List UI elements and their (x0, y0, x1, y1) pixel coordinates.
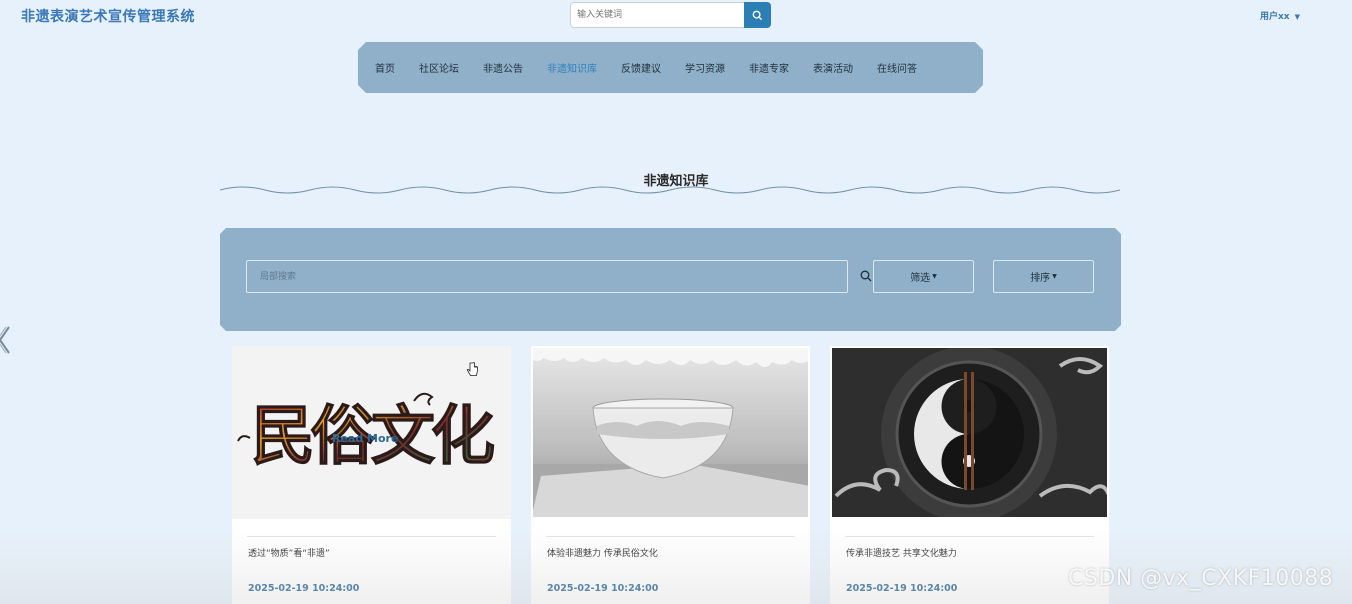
top-search-button[interactable] (744, 2, 771, 28)
card-divider (247, 536, 496, 537)
nav-item-announcements[interactable]: 非遗公告 (483, 60, 523, 75)
top-search-input[interactable] (570, 2, 746, 28)
site-title[interactable]: 非遗表演艺术宣传管理系统 (21, 6, 195, 26)
caret-down-icon: ▼ (932, 273, 937, 280)
yin-yang-rice-photo (830, 346, 1109, 519)
card-image[interactable] (830, 346, 1109, 519)
watermark: CSDN @vx_CXKF10088 (1068, 566, 1334, 591)
sort-button[interactable]: 排序 ▼ (993, 260, 1094, 293)
nav-item-feedback[interactable]: 反馈建议 (621, 60, 661, 75)
knowledge-card[interactable]: 民俗文化 Read More 透过“物质”看“非遗” 2025-02-19 10… (232, 346, 511, 604)
knowledge-card[interactable]: 体验非遗魅力 传承民俗文化 2025-02-19 10:24:00 (531, 346, 810, 604)
filter-button[interactable]: 筛选 ▼ (873, 260, 974, 293)
chevron-left-icon[interactable] (0, 325, 11, 355)
filter-button-label: 筛选 (910, 273, 931, 284)
local-search-input[interactable] (246, 260, 848, 293)
nav-item-forum[interactable]: 社区论坛 (419, 60, 459, 75)
card-divider (546, 536, 795, 537)
card-date: 2025-02-19 10:24:00 (248, 583, 360, 594)
sort-button-label: 排序 (1030, 273, 1051, 284)
nav-item-experts[interactable]: 非遗专家 (749, 60, 789, 75)
nav-item-qa[interactable]: 在线问答 (877, 60, 917, 75)
card-image[interactable] (531, 346, 810, 519)
card-date: 2025-02-19 10:24:00 (547, 583, 659, 594)
card-date: 2025-02-19 10:24:00 (846, 583, 958, 594)
nav-item-performances[interactable]: 表演活动 (813, 60, 853, 75)
wave-divider (220, 186, 1120, 194)
nav-item-home[interactable]: 首页 (375, 60, 395, 75)
card-title[interactable]: 透过“物质”看“非遗” (248, 546, 330, 559)
filter-bar: 筛选▼ 排序▼ (220, 228, 1121, 331)
pointer-cursor (467, 362, 478, 376)
card-divider (845, 536, 1094, 537)
caret-down-icon: ▼ (1052, 273, 1057, 280)
nav-item-knowledge-base[interactable]: 非遗知识库 (547, 60, 597, 75)
card-title[interactable]: 体验非遗魅力 传承民俗文化 (547, 546, 658, 559)
search-icon[interactable] (860, 270, 872, 282)
chevron-down-icon: ▼ (1294, 13, 1301, 21)
user-menu[interactable]: 用户xx ▼ (1260, 9, 1300, 22)
white-bowl-photo (531, 346, 810, 519)
card-title[interactable]: 传承非遗技艺 共享文化魅力 (846, 546, 957, 559)
user-name: 用户xx (1260, 12, 1290, 22)
nav-item-learning-resources[interactable]: 学习资源 (685, 60, 725, 75)
top-search (570, 2, 771, 28)
read-more-overlay[interactable]: Read More (332, 432, 398, 445)
main-nav: 首页 社区论坛 非遗公告 非遗知识库 反馈建议 学习资源 非遗专家 表演活动 在… (358, 42, 983, 93)
search-icon (752, 10, 763, 20)
